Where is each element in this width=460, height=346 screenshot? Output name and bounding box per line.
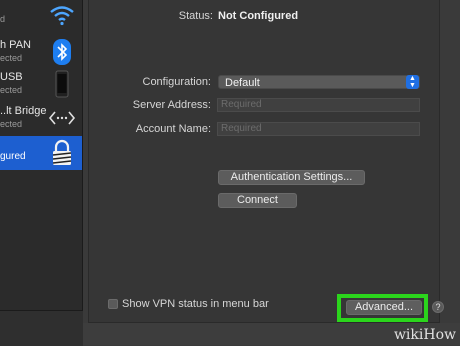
service-list: d h PAN ected USB ected ..lt Bridge ecte… xyxy=(0,0,83,310)
account-name-label: Account Name: xyxy=(135,123,211,135)
help-button[interactable]: ? xyxy=(432,301,444,313)
service-name: USB xyxy=(0,71,23,83)
status-value: Not Configured xyxy=(218,10,299,22)
chevron-updown-icon: ▲ ▼ xyxy=(406,75,419,89)
status-label: Status: xyxy=(178,10,213,22)
server-address-label: Server Address: xyxy=(132,99,211,111)
service-status: ected xyxy=(0,119,23,129)
service-item-bluetooth-pan[interactable]: h PAN ected xyxy=(0,36,82,70)
wifi-icon xyxy=(50,6,74,26)
highlight-box xyxy=(337,294,428,322)
phone-icon xyxy=(55,70,69,98)
service-status: ected xyxy=(0,53,23,63)
authentication-settings-button[interactable]: Authentication Settings... xyxy=(218,170,365,185)
service-status: ected xyxy=(0,85,23,95)
sidebar-footer xyxy=(0,310,83,346)
server-address-field[interactable]: Required xyxy=(217,98,420,112)
configuration-value: Default xyxy=(225,77,260,89)
show-vpn-status-checkbox[interactable] xyxy=(108,299,118,309)
service-item-usb[interactable]: USB ected xyxy=(0,68,82,102)
watermark: wikiHow xyxy=(393,327,456,343)
service-status: gured xyxy=(0,151,26,162)
account-name-placeholder: Required xyxy=(221,123,262,134)
bridge-arrows-icon xyxy=(48,111,76,125)
service-status: d xyxy=(0,14,6,24)
connect-button[interactable]: Connect xyxy=(218,193,297,208)
bluetooth-icon xyxy=(53,39,71,65)
vpn-settings-panel: Status: Not Configured Configuration: De… xyxy=(88,0,440,323)
service-item-wifi[interactable]: d xyxy=(0,0,82,34)
configuration-label: Configuration: xyxy=(142,76,212,88)
service-item-bridge[interactable]: ..lt Bridge ected xyxy=(0,102,82,136)
service-name: h PAN xyxy=(0,39,31,51)
account-name-field[interactable]: Required xyxy=(217,122,420,136)
vpn-lock-icon xyxy=(52,139,72,165)
server-address-placeholder: Required xyxy=(221,99,262,110)
service-item-vpn[interactable]: gured xyxy=(0,136,82,170)
configuration-select[interactable]: Default ▲ ▼ xyxy=(218,75,420,89)
service-name: ..lt Bridge xyxy=(0,105,47,117)
show-vpn-status-label: Show VPN status in menu bar xyxy=(122,298,269,310)
